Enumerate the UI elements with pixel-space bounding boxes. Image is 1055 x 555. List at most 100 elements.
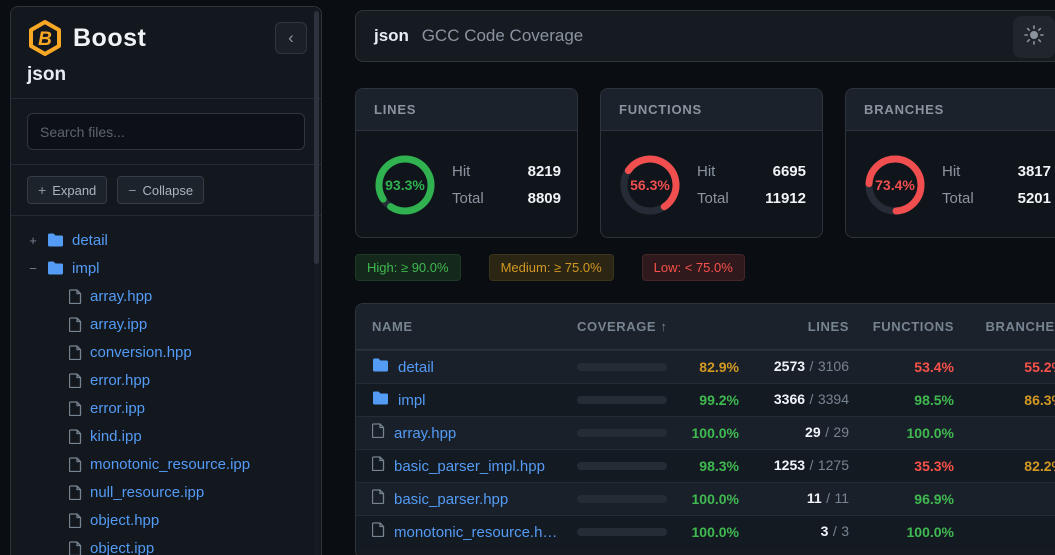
hit-label: Hit bbox=[942, 163, 960, 180]
tree-item-label: monotonic_resource.ipp bbox=[90, 456, 250, 473]
column-header-lines[interactable]: LINES bbox=[749, 319, 849, 334]
tree-file[interactable]: object.ipp bbox=[17, 534, 315, 555]
tree-file[interactable]: conversion.hpp bbox=[17, 338, 315, 366]
branches-cell: - bbox=[954, 425, 1055, 441]
tree-file[interactable]: array.hpp bbox=[17, 282, 315, 310]
row-name-link[interactable]: array.hpp bbox=[394, 425, 456, 442]
sidebar-actions: + Expand − Collapse bbox=[11, 165, 321, 216]
folder-icon bbox=[47, 233, 64, 247]
tree-item-label: null_resource.ipp bbox=[90, 484, 204, 501]
total-value: 8809 bbox=[528, 190, 561, 207]
coverage-bar bbox=[577, 495, 667, 503]
functions-cell: 96.9% bbox=[849, 491, 954, 507]
sidebar-search-section bbox=[11, 99, 321, 165]
lines-percent: 93.3% bbox=[372, 152, 438, 218]
tree-item-label: array.hpp bbox=[90, 288, 152, 305]
file-icon bbox=[372, 423, 385, 443]
sidebar-collapse-button[interactable]: ‹ bbox=[275, 22, 307, 54]
table-row[interactable]: array.hpp 100.0% 29 / 29 100.0% - bbox=[356, 416, 1055, 449]
table-row[interactable]: basic_parser.hpp 100.0% 11 / 11 96.9% - bbox=[356, 482, 1055, 515]
table-row[interactable]: basic_parser_impl.hpp 98.3% 1253 / 1275 … bbox=[356, 449, 1055, 482]
tree-file[interactable]: null_resource.ipp bbox=[17, 478, 315, 506]
folder-icon bbox=[372, 358, 389, 377]
row-name-link[interactable]: impl bbox=[398, 392, 426, 409]
coverage-bar bbox=[577, 429, 667, 437]
total-label: Total bbox=[452, 190, 484, 207]
tree-collapse-toggle[interactable]: − bbox=[25, 261, 41, 276]
card-functions: FUNCTIONS 56.3% Hit6695 Total11912 bbox=[600, 88, 823, 238]
file-icon bbox=[372, 522, 385, 542]
tree-file[interactable]: array.ipp bbox=[17, 310, 315, 338]
legend-high-badge: High: ≥ 90.0% bbox=[355, 254, 461, 281]
tree-folder-detail[interactable]: + detail bbox=[17, 226, 315, 254]
lines-cell: 3366 / 3394 bbox=[749, 391, 849, 409]
coverage-percent: 98.3% bbox=[667, 458, 749, 474]
folder-icon bbox=[372, 391, 389, 410]
card-title: FUNCTIONS bbox=[601, 89, 822, 131]
minus-icon: − bbox=[128, 182, 136, 198]
tree-file[interactable]: kind.ipp bbox=[17, 422, 315, 450]
tree-item-label: detail bbox=[72, 232, 108, 249]
tree-item-label: object.ipp bbox=[90, 540, 154, 555]
functions-percent: 56.3% bbox=[617, 152, 683, 218]
row-name-link[interactable]: monotonic_resource.h… bbox=[394, 524, 557, 541]
coverage-legend: High: ≥ 90.0% Medium: ≥ 75.0% Low: < 75.… bbox=[355, 254, 745, 281]
table-header: NAME COVERAGE ↑ LINES FUNCTIONS BRANCHES bbox=[356, 304, 1055, 350]
file-icon bbox=[69, 373, 82, 388]
table-row[interactable]: impl 99.2% 3366 / 3394 98.5% 86.3% bbox=[356, 383, 1055, 416]
functions-cell: 35.3% bbox=[849, 458, 954, 474]
sidebar: B Boost ‹ json + Expand − Collapse + bbox=[10, 6, 322, 555]
tree-file[interactable]: error.ipp bbox=[17, 394, 315, 422]
sidebar-scrollbar[interactable] bbox=[314, 11, 319, 555]
project-name: json bbox=[27, 64, 307, 86]
row-name-link[interactable]: basic_parser.hpp bbox=[394, 491, 508, 508]
expand-all-button[interactable]: + Expand bbox=[27, 176, 107, 204]
scrollbar-thumb[interactable] bbox=[314, 11, 319, 264]
branches-cell: 55.2% bbox=[954, 359, 1055, 375]
coverage-table: NAME COVERAGE ↑ LINES FUNCTIONS BRANCHES… bbox=[355, 303, 1055, 555]
tree-file[interactable]: object.hpp bbox=[17, 506, 315, 534]
tree-expand-toggle[interactable]: + bbox=[25, 233, 41, 248]
file-icon bbox=[69, 541, 82, 555]
page-header: json GCC Code Coverage bbox=[355, 10, 1055, 62]
hit-label: Hit bbox=[697, 163, 715, 180]
tree-children-impl: array.hpp array.ipp conversion.hpp error… bbox=[17, 282, 315, 555]
table-row[interactable]: detail 82.9% 2573 / 3106 53.4% 55.2% bbox=[356, 350, 1055, 383]
functions-cell: 53.4% bbox=[849, 359, 954, 375]
hit-value: 8219 bbox=[528, 163, 561, 180]
column-header-branches[interactable]: BRANCHES bbox=[954, 319, 1055, 334]
file-icon bbox=[372, 489, 385, 509]
collapse-all-button[interactable]: − Collapse bbox=[117, 176, 204, 204]
page-title: json GCC Code Coverage bbox=[374, 26, 583, 46]
plus-icon: + bbox=[38, 182, 46, 198]
column-header-coverage[interactable]: COVERAGE ↑ bbox=[577, 319, 749, 334]
legend-medium-badge: Medium: ≥ 75.0% bbox=[489, 254, 614, 281]
branches-cell: 86.3% bbox=[954, 392, 1055, 408]
svg-text:B: B bbox=[38, 29, 52, 50]
total-label: Total bbox=[697, 190, 729, 207]
theme-toggle-button[interactable] bbox=[1013, 16, 1055, 58]
row-name-link[interactable]: basic_parser_impl.hpp bbox=[394, 458, 545, 475]
file-icon bbox=[69, 317, 82, 332]
sun-icon bbox=[1024, 25, 1044, 50]
card-title: LINES bbox=[356, 89, 577, 131]
row-name-link[interactable]: detail bbox=[398, 359, 434, 376]
coverage-percent: 100.0% bbox=[667, 491, 749, 507]
hit-value: 3817 bbox=[1018, 163, 1051, 180]
tree-file[interactable]: monotonic_resource.ipp bbox=[17, 450, 315, 478]
tree-file[interactable]: error.hpp bbox=[17, 366, 315, 394]
branches-cell: 82.2% bbox=[954, 458, 1055, 474]
file-icon bbox=[69, 513, 82, 528]
table-row[interactable]: monotonic_resource.h… 100.0% 3 / 3 100.0… bbox=[356, 515, 1055, 548]
column-header-functions[interactable]: FUNCTIONS bbox=[849, 319, 954, 334]
coverage-percent: 100.0% bbox=[667, 524, 749, 540]
search-input[interactable] bbox=[27, 113, 305, 150]
coverage-bar bbox=[577, 462, 667, 470]
column-header-name[interactable]: NAME bbox=[356, 319, 577, 334]
tree-item-label: impl bbox=[72, 260, 100, 277]
expand-label: Expand bbox=[52, 183, 96, 198]
functions-donut-chart: 56.3% bbox=[617, 152, 683, 218]
tree-item-label: object.hpp bbox=[90, 512, 159, 529]
tree-folder-impl[interactable]: − impl bbox=[17, 254, 315, 282]
tree-item-label: error.hpp bbox=[90, 372, 150, 389]
